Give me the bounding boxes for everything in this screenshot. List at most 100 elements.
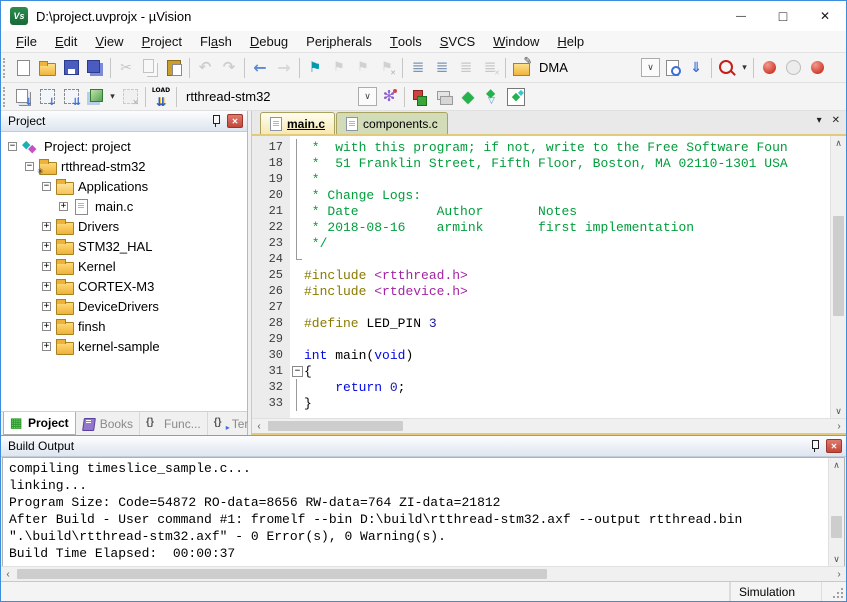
editor-vscroll-thumb[interactable] <box>833 216 844 316</box>
tab-close-icon[interactable]: ✕ <box>832 115 840 126</box>
code-line-17[interactable]: 17 * with this program; if not, write to… <box>252 139 830 155</box>
code-line-18[interactable]: 18 * 51 Franklin Street, Fifth Floor, Bo… <box>252 155 830 171</box>
multi-project-workspace-button[interactable] <box>432 85 456 109</box>
menu-file[interactable]: File <box>7 31 46 52</box>
collapse-icon[interactable]: − <box>42 182 51 191</box>
target-options-button[interactable] <box>377 85 401 109</box>
scroll-down-icon[interactable]: ∨ <box>829 552 844 566</box>
target-select-dropdown-icon[interactable] <box>358 87 377 106</box>
close-icon[interactable] <box>804 2 846 31</box>
code-line-24[interactable]: 24 <box>252 251 830 267</box>
code-line-22[interactable]: 22 * 2018-08-16 armink first implementat… <box>252 219 830 235</box>
search-box-dropdown-icon[interactable] <box>641 58 660 77</box>
expand-icon[interactable]: + <box>42 242 51 251</box>
download-button[interactable] <box>149 85 173 109</box>
toolbar-grip[interactable] <box>3 87 8 107</box>
code-line-27[interactable]: 27 <box>252 299 830 315</box>
menu-flash[interactable]: Flash <box>191 31 241 52</box>
menu-debug[interactable]: Debug <box>241 31 297 52</box>
build-hscrollbar[interactable]: ‹ › <box>1 566 846 581</box>
scroll-right-icon[interactable]: › <box>832 419 846 433</box>
rebuild-button[interactable] <box>59 85 83 109</box>
code-line-19[interactable]: 19 * <box>252 171 830 187</box>
outdent-button[interactable] <box>430 56 454 80</box>
scroll-left-icon[interactable]: ‹ <box>1 567 15 581</box>
expand-icon[interactable]: + <box>42 322 51 331</box>
editor-tab-main-c[interactable]: main.c <box>260 112 335 134</box>
panel-tab-project[interactable]: Project <box>3 412 76 435</box>
pin-icon[interactable] <box>210 114 222 128</box>
toolbar-grip[interactable] <box>3 58 8 78</box>
build-output-text[interactable]: compiling timeslice_sample.c...linking..… <box>3 458 828 566</box>
open-file-button[interactable] <box>35 56 59 80</box>
build-output-close-icon[interactable] <box>826 439 842 453</box>
new-file-button[interactable] <box>11 56 35 80</box>
menu-tools[interactable]: Tools <box>381 31 431 52</box>
find-in-files-folder-button[interactable] <box>509 56 533 80</box>
batch-build-button[interactable] <box>83 85 107 109</box>
tree-item-stm32-hal[interactable]: +STM32_HAL <box>1 236 247 256</box>
expand-icon[interactable]: + <box>42 262 51 271</box>
panel-tab-func[interactable]: Func... <box>140 412 208 435</box>
maximize-icon[interactable] <box>762 2 804 31</box>
tree-item-devicedrivers[interactable]: +DeviceDrivers <box>1 296 247 316</box>
find-in-files-button[interactable] <box>660 56 684 80</box>
resize-grip[interactable] <box>822 582 846 601</box>
manage-project-items-button[interactable] <box>408 85 432 109</box>
scroll-up-icon[interactable]: ∧ <box>829 458 844 472</box>
breakpoint-toggle-button[interactable] <box>757 56 781 80</box>
code-line-21[interactable]: 21 * Date Author Notes <box>252 203 830 219</box>
code-line-26[interactable]: 26#include <rtdevice.h> <box>252 283 830 299</box>
scroll-right-icon[interactable]: › <box>832 567 846 581</box>
editor-vscrollbar[interactable]: ∧ ∨ <box>830 136 846 418</box>
scroll-up-icon[interactable]: ∧ <box>831 136 846 150</box>
save-button[interactable] <box>59 56 83 80</box>
breakpoint-disable-button[interactable] <box>781 56 805 80</box>
tree-item-kernel-sample[interactable]: +kernel-sample <box>1 336 247 356</box>
paste-button[interactable] <box>162 56 186 80</box>
editor-hscrollbar[interactable]: ‹ › <box>252 418 846 433</box>
save-all-button[interactable] <box>83 56 107 80</box>
pack-installer-button[interactable] <box>504 85 528 109</box>
tree-item-drivers[interactable]: +Drivers <box>1 216 247 236</box>
navigate-back-button[interactable] <box>248 56 272 80</box>
code-line-25[interactable]: 25#include <rtthread.h> <box>252 267 830 283</box>
translate-button[interactable] <box>11 85 35 109</box>
build-hscroll-thumb[interactable] <box>17 569 547 579</box>
target-select[interactable]: rtthread-stm32 <box>180 87 358 107</box>
batch-build-dropdown-icon[interactable] <box>107 86 118 108</box>
panel-tab-books[interactable]: Books <box>76 412 140 435</box>
tree-item-kernel[interactable]: +Kernel <box>1 256 247 276</box>
menu-peripherals[interactable]: Peripherals <box>297 31 381 52</box>
search-box[interactable]: DMA <box>533 58 641 78</box>
indent-button[interactable] <box>406 56 430 80</box>
tree-item-project-project[interactable]: −Project: project <box>1 136 247 156</box>
menu-help[interactable]: Help <box>548 31 593 52</box>
pin-icon[interactable] <box>809 439 821 453</box>
code-line-28[interactable]: 28#define LED_PIN 3 <box>252 315 830 331</box>
expand-icon[interactable]: + <box>42 342 51 351</box>
incremental-find-button[interactable] <box>684 56 708 80</box>
tree-item-rtthread-stm32[interactable]: −✳rtthread-stm32 <box>1 156 247 176</box>
code-editor[interactable]: 17 * with this program; if not, write to… <box>252 136 846 418</box>
code-line-33[interactable]: 33} <box>252 395 830 411</box>
collapse-icon[interactable]: − <box>25 162 34 171</box>
minimize-icon[interactable] <box>720 2 762 31</box>
tab-list-icon[interactable]: ▾ <box>817 115 822 126</box>
scroll-left-icon[interactable]: ‹ <box>252 419 266 433</box>
build-button[interactable] <box>35 85 59 109</box>
menu-window[interactable]: Window <box>484 31 548 52</box>
project-panel-close-icon[interactable] <box>227 114 243 128</box>
tree-item-applications[interactable]: −Applications <box>1 176 247 196</box>
menu-edit[interactable]: Edit <box>46 31 86 52</box>
code-line-30[interactable]: 30int main(void) <box>252 347 830 363</box>
code-search-button[interactable] <box>715 56 739 80</box>
code-text[interactable]: 17 * with this program; if not, write to… <box>252 136 830 418</box>
select-software-packs-button[interactable] <box>480 85 504 109</box>
expand-icon[interactable]: + <box>59 202 68 211</box>
editor-hscroll-thumb[interactable] <box>268 421 403 431</box>
expand-icon[interactable]: + <box>42 282 51 291</box>
code-line-23[interactable]: 23 */ <box>252 235 830 251</box>
menu-view[interactable]: View <box>86 31 132 52</box>
scroll-down-icon[interactable]: ∨ <box>831 404 846 418</box>
